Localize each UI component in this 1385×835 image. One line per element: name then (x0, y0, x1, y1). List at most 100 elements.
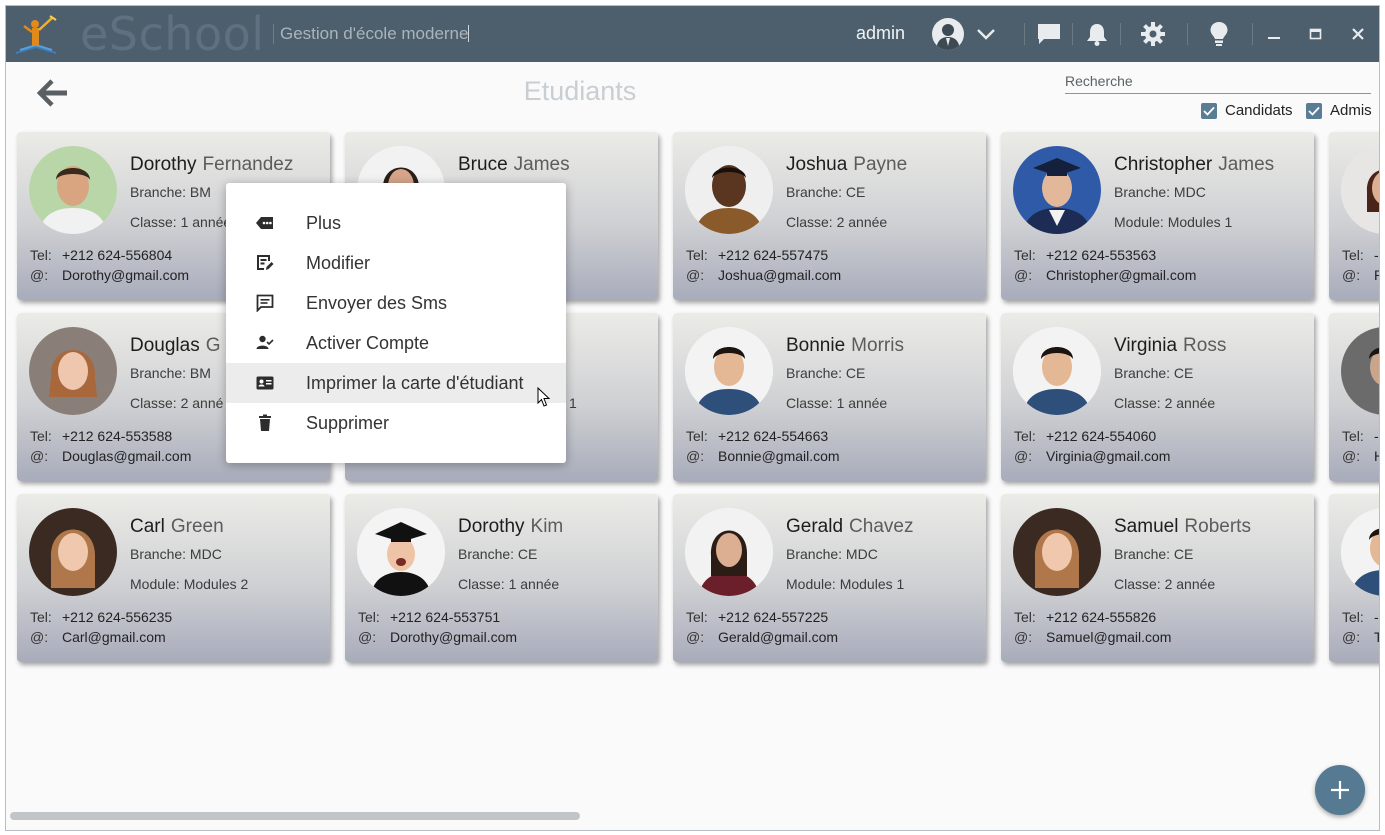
user-avatar[interactable] (932, 18, 964, 50)
student-card[interactable]: Samuel Roberts Branche: CE Classe: 2 anné… (1001, 494, 1314, 662)
student-card[interactable]: Carl Green Branche: MDC Module: Modules 2… (17, 494, 330, 662)
candidats-label: Candidats (1225, 102, 1293, 119)
student-phone: Tel: +212 624-553563 (1014, 247, 1156, 263)
student-card[interactable]: Tel:- @: P (1329, 132, 1379, 300)
email-label: @: (30, 448, 49, 464)
student-card[interactable]: Gerald Chavez Branche: MDC Module: Module… (673, 494, 986, 662)
chat-icon[interactable] (1035, 20, 1063, 48)
phone-value: +212 624-553751 (390, 609, 501, 625)
student-grid: Dorothy Fernandez Branche: BM Classe: 1 a… (17, 132, 1379, 672)
student-branch: Branche: BM (130, 365, 211, 381)
student-email: @: Bonnie@gmail.com (686, 448, 840, 464)
tel-label: Tel: (1014, 247, 1036, 263)
menu-item-imprimer-carte[interactable]: Imprimer la carte d'étudiant (226, 363, 566, 403)
email-value: T (1374, 629, 1379, 645)
phone-value: +212 624-556235 (62, 609, 173, 625)
menu-label: Plus (306, 213, 342, 233)
user-menu-chevron-icon[interactable] (972, 20, 1000, 48)
close-icon[interactable] (1344, 20, 1372, 48)
email-value: Gerald@gmail.com (718, 629, 839, 645)
student-branch: Branche: MDC (786, 546, 878, 562)
phone-value: +212 624-554060 (1046, 428, 1157, 444)
student-photo (29, 146, 117, 234)
student-card[interactable]: Bonnie Morris Branche: CE Classe: 1 année… (673, 313, 986, 481)
student-card[interactable]: Virginia Ross Branche: CE Classe: 2 année… (1001, 313, 1314, 481)
filter-admis[interactable]: Admis (1306, 102, 1372, 119)
student-email: @: Gerald@gmail.com (686, 629, 838, 645)
app-brand: eSchool (80, 7, 265, 61)
student-branch: Branche: MDC (130, 546, 222, 562)
first-name: Dorothy (458, 516, 525, 537)
email-label: @: (30, 267, 49, 283)
menu-item-modifier[interactable]: Modifier (226, 243, 566, 283)
last-name: Ross (1183, 335, 1227, 356)
student-name: Bonnie Morris (786, 335, 904, 357)
student-name: Samuel Roberts (1114, 516, 1251, 538)
student-email: @: P (1342, 267, 1379, 283)
maximize-icon[interactable] (1302, 20, 1330, 48)
menu-item-envoyer-sms[interactable]: Envoyer des Sms (226, 283, 566, 323)
minimize-icon[interactable] (1260, 20, 1288, 48)
phone-value: - (1374, 609, 1379, 625)
student-module: Module: Modules 2 (130, 576, 249, 592)
student-photo (685, 146, 773, 234)
email-label: @: (1014, 629, 1033, 645)
phone-value: - (1374, 247, 1379, 263)
student-phone: Tel: +212 624-555826 (1014, 609, 1156, 625)
phone-value: +212 624-557475 (718, 247, 829, 263)
edit-icon (257, 255, 274, 270)
student-card[interactable]: Christopher James Branche: MDC Module: Mo… (1001, 132, 1314, 300)
tel-label: Tel: (30, 428, 52, 444)
menu-item-supprimer[interactable]: Supprimer (226, 403, 566, 443)
student-phone: Tel: - (1342, 247, 1379, 263)
student-photo (1013, 327, 1101, 415)
last-name: Kim (530, 516, 564, 537)
bell-icon[interactable] (1083, 20, 1111, 48)
last-name: G (205, 335, 221, 356)
student-card[interactable]: Dorothy Kim Branche: CE Classe: 1 année T… (345, 494, 658, 662)
plus-icon (1331, 781, 1349, 799)
student-branch: Branche: CE (786, 184, 866, 200)
student-module: Module: Modules 1 (1114, 214, 1233, 230)
first-name: Bruce (458, 154, 508, 175)
student-card[interactable]: Tel:- @: T (1329, 494, 1379, 662)
settings-gear-icon[interactable] (1139, 20, 1167, 48)
student-card[interactable]: Joshua Payne Branche: CE Classe: 2 année … (673, 132, 986, 300)
admis-checkbox[interactable] (1306, 102, 1322, 119)
student-module: 1 (569, 395, 577, 411)
phone-value: +212 624-553563 (1046, 247, 1157, 263)
lightbulb-icon[interactable] (1205, 20, 1233, 48)
menu-item-activer-compte[interactable]: Activer Compte (226, 323, 566, 363)
first-name: Douglas (130, 335, 200, 356)
horizontal-scrollbar[interactable] (10, 812, 580, 820)
username-label[interactable]: admin (856, 23, 905, 44)
search-input[interactable] (1065, 66, 1371, 92)
email-value: Joshua@gmail.com (718, 267, 842, 283)
student-phone: Tel: +212 624-557475 (686, 247, 828, 263)
student-name: Gerald Chavez (786, 516, 913, 538)
email-label: @: (1014, 448, 1033, 464)
candidats-checkbox[interactable] (1201, 102, 1217, 119)
student-name: Carl Green (130, 516, 224, 538)
student-photo (1341, 327, 1379, 415)
menu-label: Supprimer (306, 413, 390, 433)
search-field[interactable] (1065, 66, 1371, 94)
student-branch: Branche: BM (130, 184, 211, 200)
email-value: P (1374, 267, 1379, 283)
tel-label: Tel: (686, 247, 708, 263)
student-card[interactable]: Tel:- @: H (1329, 313, 1379, 481)
email-label: @: (1342, 448, 1361, 464)
last-name: James (1218, 154, 1275, 175)
student-photo (1013, 146, 1101, 234)
student-context-menu: Plus Modifier Envoyer des Sms Activer Co… (226, 183, 566, 463)
more-icon (256, 217, 273, 229)
student-email: @: H (1342, 448, 1379, 464)
first-name: Virginia (1114, 335, 1178, 356)
student-branch: Branche: CE (458, 546, 538, 562)
add-student-button[interactable] (1315, 765, 1365, 815)
menu-item-plus[interactable]: Plus (226, 203, 566, 243)
menu-label: Imprimer la carte d'étudiant (306, 373, 524, 393)
filter-candidats[interactable]: Candidats (1201, 102, 1293, 119)
tel-label: Tel: (1342, 247, 1364, 263)
page-title: Etudiants (523, 76, 637, 106)
